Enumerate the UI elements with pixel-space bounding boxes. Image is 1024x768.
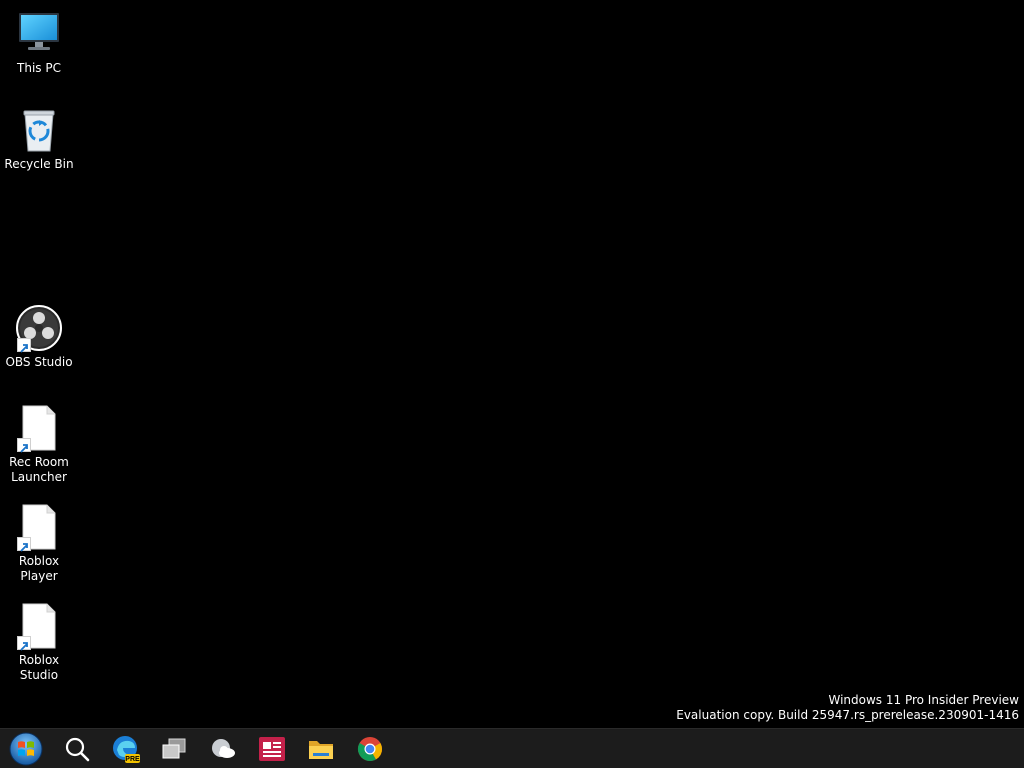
obs-studio-icon — [15, 304, 63, 353]
taskbar: PRE — [0, 728, 1024, 768]
shortcut-arrow-icon — [17, 338, 31, 353]
news-app-icon — [259, 737, 285, 761]
desktop-icon-recycle-bin[interactable]: Recycle Bin — [1, 106, 77, 172]
desktop-icon-label: OBS Studio — [5, 355, 73, 369]
recycle-bin-icon — [15, 106, 63, 154]
start-button[interactable] — [6, 731, 46, 767]
news-button[interactable] — [252, 731, 292, 767]
edge-preview-icon: PRE — [113, 736, 140, 763]
desktop-icon-this-pc[interactable]: This PC — [1, 10, 77, 76]
blank-file-icon — [15, 503, 63, 552]
weather-widget-icon — [212, 739, 235, 758]
desktop-icon-label: This PC — [17, 61, 61, 75]
task-view-button[interactable] — [154, 731, 194, 767]
windows-watermark: Windows 11 Pro Insider Preview Evaluatio… — [676, 693, 1019, 723]
desktop-icon-roblox-player[interactable]: Roblox Player — [1, 503, 77, 584]
desktop[interactable]: This PC Recycle Bin OBS Studio Rec Room … — [0, 0, 1024, 728]
chrome-button[interactable] — [350, 731, 390, 767]
task-view-icon — [162, 738, 186, 759]
desktop-icon-label: Rec Room Launcher — [9, 455, 69, 484]
widgets-button[interactable] — [203, 731, 243, 767]
blank-file-icon — [15, 404, 63, 453]
search-icon — [65, 737, 90, 762]
shortcut-arrow-icon — [17, 537, 31, 552]
desktop-icon-label: Roblox Player — [18, 554, 60, 583]
desktop-icon-roblox-studio[interactable]: Roblox Studio — [1, 602, 77, 683]
search-button[interactable] — [57, 731, 97, 767]
edge-pre-badge: PRE — [125, 756, 140, 763]
shortcut-arrow-icon — [17, 636, 31, 651]
watermark-edition: Windows 11 Pro Insider Preview — [828, 693, 1019, 707]
desktop-icon-obs-studio[interactable]: OBS Studio — [1, 304, 77, 370]
desktop-icon-label: Roblox Studio — [18, 653, 60, 682]
folder-icon — [309, 741, 333, 759]
blank-file-icon — [15, 602, 63, 651]
file-explorer-button[interactable] — [301, 731, 341, 767]
chrome-icon — [357, 737, 382, 762]
desktop-icon-label: Recycle Bin — [4, 157, 74, 171]
watermark-build: Evaluation copy. Build 25947.rs_prerelea… — [676, 708, 1019, 722]
windows-start-orb-icon — [9, 732, 43, 766]
edge-preview-button[interactable]: PRE — [106, 731, 146, 767]
desktop-icon-rec-room-launcher[interactable]: Rec Room Launcher — [1, 404, 77, 485]
computer-monitor-icon — [15, 10, 63, 58]
shortcut-arrow-icon — [17, 438, 31, 453]
